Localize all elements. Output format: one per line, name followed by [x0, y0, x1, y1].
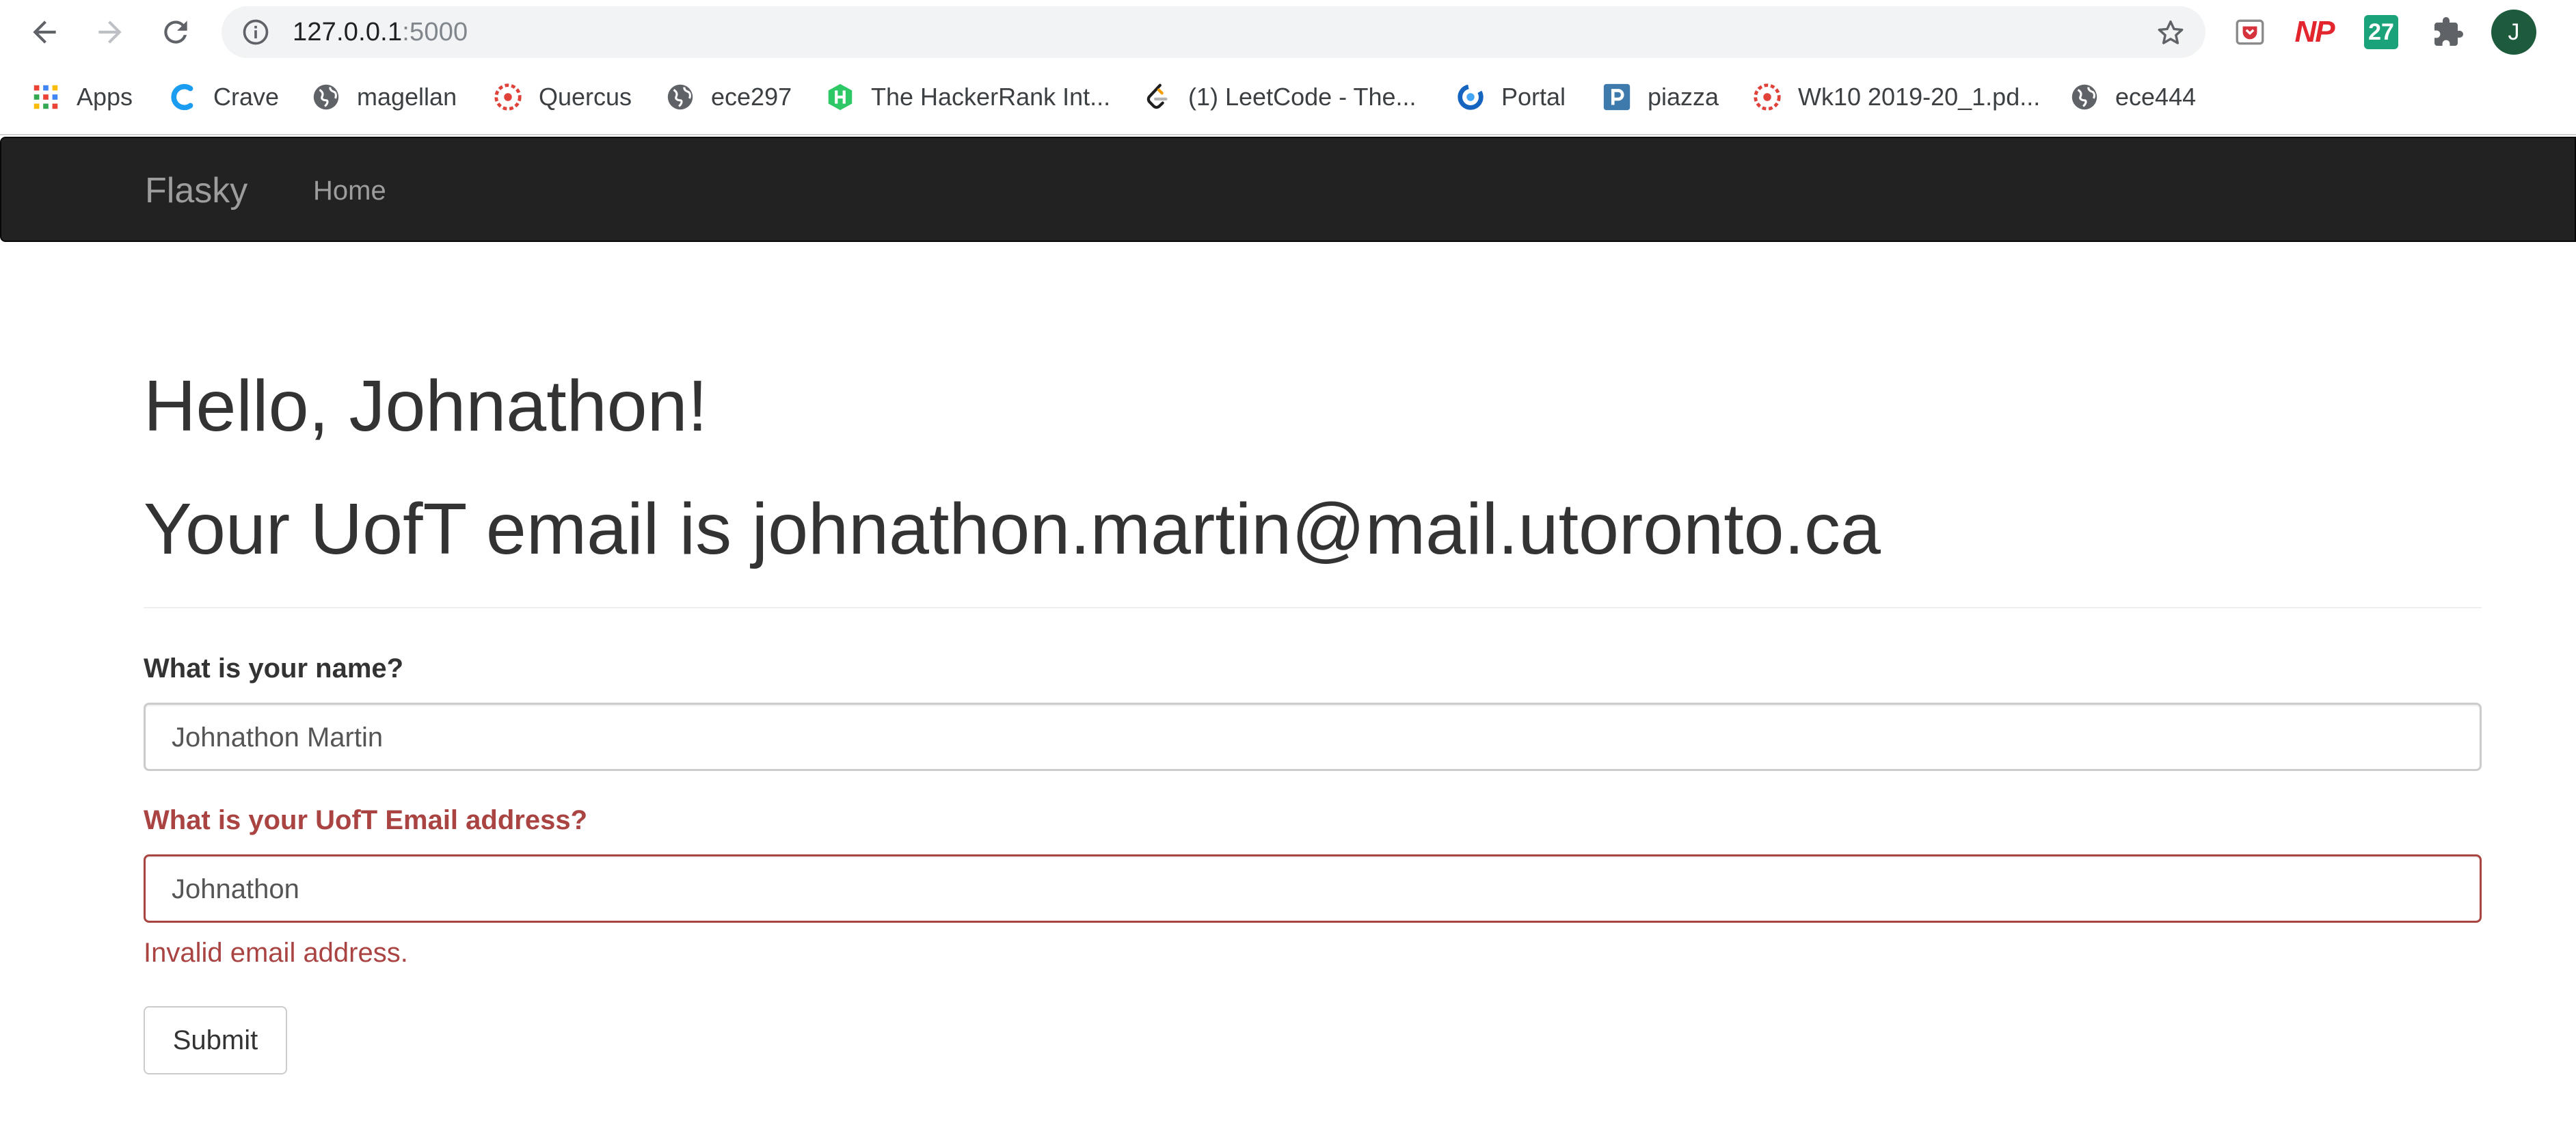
nav-home-link[interactable]: Home	[313, 138, 386, 243]
email-field[interactable]: Johnathon	[144, 854, 2482, 923]
bookmark-star-icon[interactable]	[2155, 17, 2186, 49]
url-port: :5000	[402, 18, 468, 46]
pocket-icon	[2236, 19, 2264, 45]
email-error-message: Invalid email address.	[144, 938, 408, 968]
globe-icon	[2069, 81, 2100, 113]
bookmark-ece297[interactable]: ece297	[665, 79, 792, 115]
np-extension[interactable]: NP	[2294, 12, 2335, 52]
bookmark-label: Portal	[1501, 83, 1566, 111]
bookmark-label: Wk10 2019-20_1.pd...	[1798, 83, 2041, 111]
bookmark-label: Apps	[77, 83, 133, 111]
site-navbar: Flasky Home	[0, 137, 2576, 242]
greeting-heading: Hello, Johnathon!	[144, 366, 708, 446]
bookmark-crave[interactable]: Crave	[167, 79, 279, 115]
extensions-button[interactable]	[2428, 12, 2468, 52]
globe-icon	[665, 81, 696, 113]
brand-link[interactable]: Flasky	[145, 138, 247, 243]
bookmark-magellan[interactable]: magellan	[310, 79, 457, 115]
piazza-icon	[1601, 81, 1633, 113]
bookmark-leetcode[interactable]: (1) LeetCode - The...	[1142, 79, 1417, 115]
quercus-icon	[492, 81, 524, 113]
forward-button[interactable]	[88, 10, 133, 55]
address-bar[interactable]: 127.0.0.1:5000	[222, 6, 2205, 58]
url-host: 127.0.0.1	[293, 18, 403, 46]
globe-icon	[310, 81, 342, 113]
email-heading: Your UofT email is johnathon.martin@mail…	[144, 489, 1881, 569]
apps-grid-icon	[30, 81, 62, 113]
submit-button[interactable]: Submit	[144, 1006, 287, 1074]
bookmark-ece444[interactable]: ece444	[2069, 79, 2196, 115]
pocket-extension[interactable]	[2230, 12, 2270, 52]
bookmark-piazza[interactable]: piazza	[1601, 79, 1719, 115]
bookmark-label: The HackerRank Int...	[871, 83, 1111, 111]
bookmark-label: ece444	[2115, 83, 2197, 111]
profile-avatar[interactable]: J	[2491, 10, 2536, 55]
bookmark-label: magellan	[357, 83, 457, 111]
forward-arrow-icon	[98, 21, 122, 44]
url-text[interactable]: 127.0.0.1:5000	[293, 6, 468, 58]
bookmark-label: Quercus	[539, 83, 632, 111]
email-label: What is your UofT Email address?	[144, 805, 588, 835]
hackerrank-icon	[824, 81, 856, 113]
bookmarks-bar: Apps Crave magellan Quercus ece297 The H…	[0, 64, 2576, 135]
quercus-icon	[1752, 81, 1783, 113]
bookmark-quercus[interactable]: Quercus	[492, 79, 632, 115]
bookmark-hackerrank[interactable]: The HackerRank Int...	[824, 79, 1110, 115]
info-icon[interactable]	[241, 17, 271, 47]
bookmark-wk10[interactable]: Wk10 2019-20_1.pd...	[1752, 79, 2040, 115]
bookmark-label: (1) LeetCode - The...	[1188, 83, 1417, 111]
back-button[interactable]	[22, 10, 67, 55]
name-label: What is your name?	[144, 653, 404, 684]
crave-icon	[167, 81, 198, 113]
leetcode-icon	[1142, 81, 1173, 113]
reload-icon	[164, 21, 187, 44]
bookmark-label: ece297	[711, 83, 792, 111]
reload-button[interactable]	[153, 10, 198, 55]
divider	[144, 607, 2482, 608]
puzzle-icon	[2434, 17, 2463, 46]
bookmark-label: Crave	[213, 83, 280, 111]
browser-toolbar: 127.0.0.1:5000 NP 27 J	[0, 0, 2576, 64]
calendar-extension[interactable]: 27	[2364, 15, 2398, 49]
bookmark-apps[interactable]: Apps	[30, 79, 133, 115]
bookmark-label: piazza	[1648, 83, 1719, 111]
name-field[interactable]: Johnathon Martin	[144, 703, 2482, 771]
portal-icon	[1455, 81, 1486, 113]
back-arrow-icon	[33, 21, 56, 44]
bookmark-portal[interactable]: Portal	[1455, 79, 1566, 115]
